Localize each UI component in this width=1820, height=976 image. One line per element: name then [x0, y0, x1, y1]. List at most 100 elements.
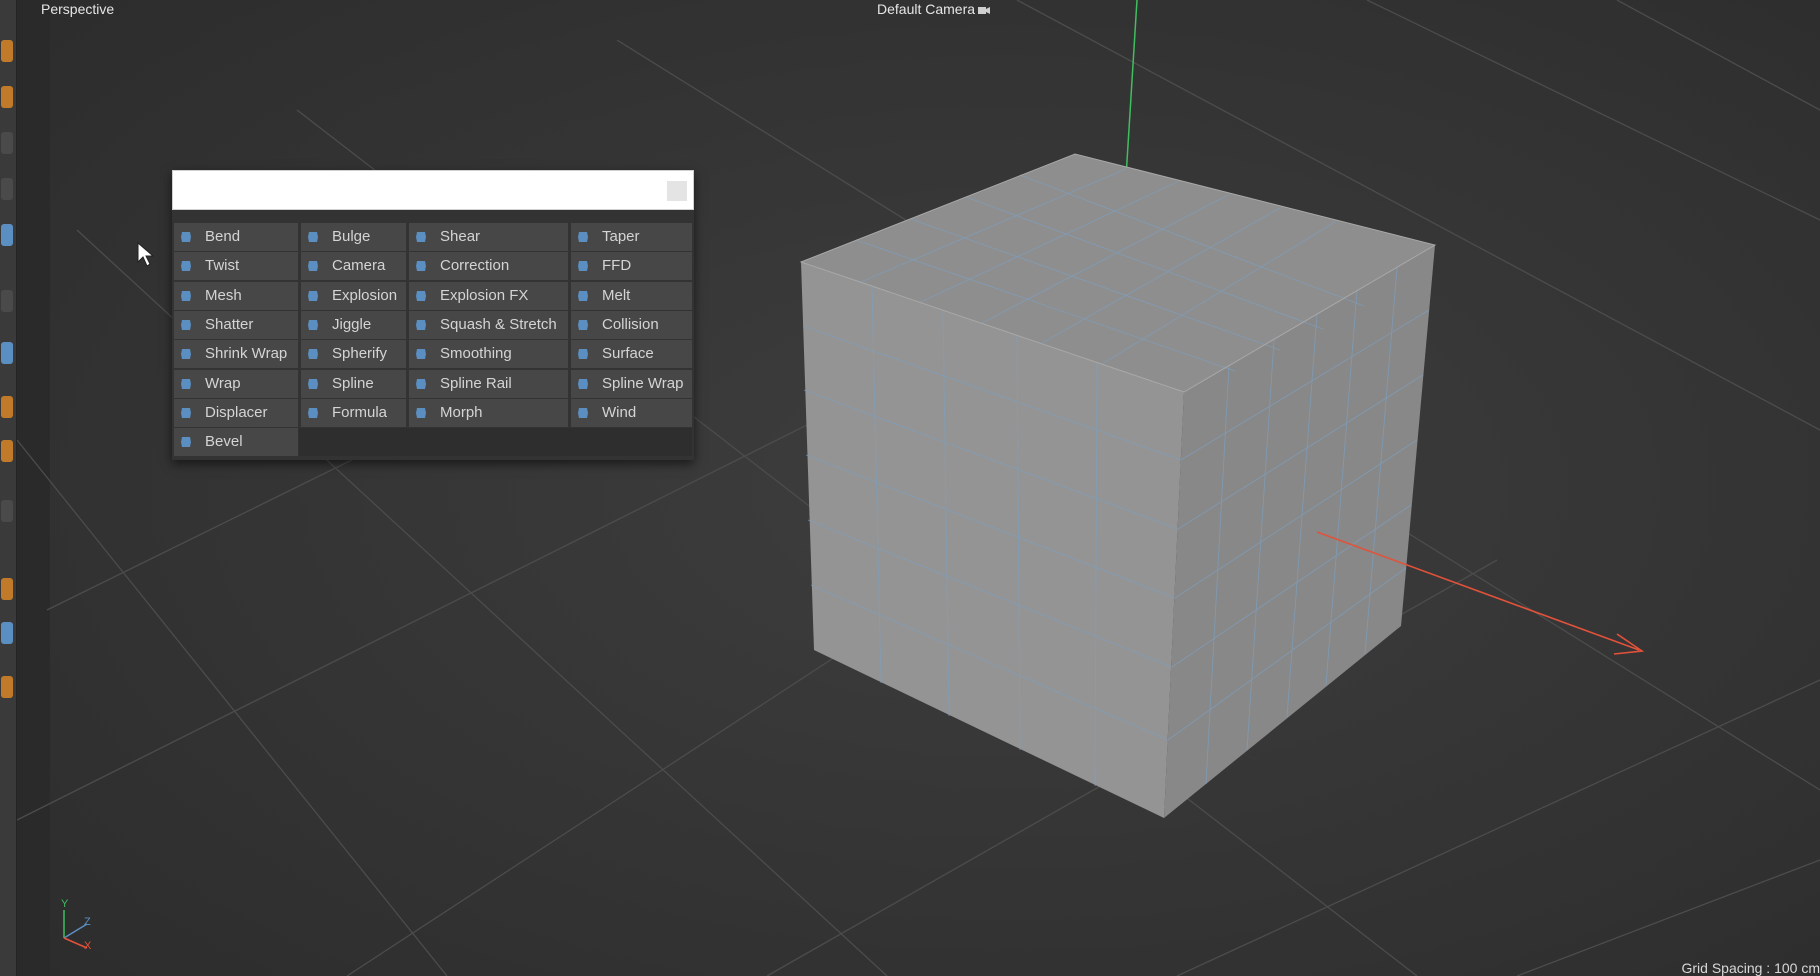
- menu-item-spherify[interactable]: Spherify: [301, 340, 406, 368]
- popup-search-bar: [172, 170, 694, 210]
- menu-item-label: Melt: [602, 287, 631, 304]
- menu-item-bulge[interactable]: Bulge: [301, 223, 406, 251]
- menu-item-correction[interactable]: Correction: [409, 252, 568, 280]
- shrink-wrap-icon: [181, 349, 191, 359]
- menu-item-bevel[interactable]: Bevel: [174, 428, 298, 456]
- jiggle-icon: [308, 320, 318, 330]
- menu-item-shear[interactable]: Shear: [409, 223, 568, 251]
- menu-item-spline-rail[interactable]: Spline Rail: [409, 370, 568, 398]
- wrap-icon: [181, 379, 191, 389]
- menu-item-label: Taper: [602, 228, 640, 245]
- camera-name: Default Camera: [877, 1, 976, 17]
- tool-render-icon[interactable]: [1, 676, 13, 698]
- grid-spacing-label: Grid Spacing : 100 cm: [1681, 960, 1820, 976]
- collision-icon: [578, 320, 588, 330]
- explosion-icon: [308, 291, 318, 301]
- menu-item-smoothing[interactable]: Smoothing: [409, 340, 568, 368]
- menu-item-wrap[interactable]: Wrap: [174, 370, 298, 398]
- viewport-scene: [17, 0, 1820, 976]
- viewport-name-label[interactable]: Perspective: [41, 1, 114, 17]
- menu-item-shatter[interactable]: Shatter: [174, 311, 298, 339]
- tool-field-icon[interactable]: [1, 622, 13, 644]
- tool-light-icon[interactable]: [1, 396, 13, 418]
- tool-pen-icon[interactable]: [1, 86, 13, 108]
- menu-item-jiggle[interactable]: Jiggle: [301, 311, 406, 339]
- menu-item-label: Morph: [440, 404, 483, 421]
- menu-item-ffd[interactable]: FFD: [571, 252, 692, 280]
- menu-item-spline-wrap[interactable]: Spline Wrap: [571, 370, 692, 398]
- bend-icon: [181, 232, 191, 242]
- menu-item-shrink-wrap[interactable]: Shrink Wrap: [174, 340, 298, 368]
- menu-item-label: Collision: [602, 316, 659, 333]
- menu-item-label: Displacer: [205, 404, 268, 421]
- menu-item-label: Twist: [205, 257, 240, 274]
- gizmo-z-label: Z: [84, 916, 91, 928]
- menu-item-displacer[interactable]: Displacer: [174, 399, 298, 427]
- search-input[interactable]: [179, 177, 663, 205]
- menu-item-label: Squash & Stretch: [440, 316, 557, 333]
- twist-icon: [181, 261, 191, 271]
- spherify-icon: [308, 349, 318, 359]
- menu-item-formula[interactable]: Formula: [301, 399, 406, 427]
- menu-item-wind[interactable]: Wind: [571, 399, 692, 427]
- shear-icon: [416, 232, 426, 242]
- surface-icon: [578, 349, 588, 359]
- tool-cube-icon[interactable]: [1, 40, 13, 62]
- wind-icon: [578, 408, 588, 418]
- menu-item-explosion[interactable]: Explosion: [301, 282, 406, 310]
- menu-item-explosion-fx[interactable]: Explosion FX: [409, 282, 568, 310]
- menu-item-label: Bevel: [205, 433, 243, 450]
- tool-scene-icon[interactable]: [1, 290, 13, 312]
- menu-item-label: Mesh: [205, 287, 242, 304]
- menu-item-label: Camera: [332, 257, 386, 274]
- menu-item-label: Explosion FX: [440, 287, 529, 304]
- menu-item-label: Shatter: [205, 316, 254, 333]
- tool-array-icon[interactable]: [1, 178, 13, 200]
- camera-icon: [978, 7, 991, 15]
- menu-item-collision[interactable]: Collision: [571, 311, 692, 339]
- menu-item-camera[interactable]: Camera: [301, 252, 406, 280]
- tool-deformer-icon[interactable]: [1, 224, 13, 246]
- menu-item-mesh[interactable]: Mesh: [174, 282, 298, 310]
- menu-item-spline[interactable]: Spline: [301, 370, 406, 398]
- menu-item-label: Shear: [440, 228, 481, 245]
- menu-item-taper[interactable]: Taper: [571, 223, 692, 251]
- menu-item-label: Wind: [602, 404, 637, 421]
- ffd-icon: [578, 261, 588, 271]
- menu-item-morph[interactable]: Morph: [409, 399, 568, 427]
- melt-icon: [578, 291, 588, 301]
- shatter-icon: [181, 320, 191, 330]
- clear-search-icon[interactable]: [667, 181, 687, 201]
- menu-item-label: FFD: [602, 257, 632, 274]
- menu-item-melt[interactable]: Melt: [571, 282, 692, 310]
- squash-stretch-icon: [416, 320, 426, 330]
- morph-icon: [416, 408, 426, 418]
- deformer-grid: Bend Bulge Shear Taper Twist Camera Correction…: [174, 223, 692, 456]
- menu-item-surface[interactable]: Surface: [571, 340, 692, 368]
- menu-item-twist[interactable]: Twist: [174, 252, 298, 280]
- gizmo-y-label: Y: [61, 898, 69, 910]
- menu-item-label: Correction: [440, 257, 510, 274]
- menu-item-squash-stretch[interactable]: Squash & Stretch: [409, 311, 568, 339]
- tool-material-icon[interactable]: [1, 440, 13, 462]
- viewport-camera-label[interactable]: Default Camera: [877, 1, 991, 17]
- tool-effector-icon[interactable]: [1, 578, 13, 600]
- menu-item-label: Spline Rail: [440, 375, 512, 392]
- menu-item-label: Shrink Wrap: [205, 345, 288, 362]
- mesh-icon: [181, 291, 191, 301]
- tool-camera-icon[interactable]: [1, 342, 13, 364]
- tool-curve-icon[interactable]: [1, 132, 13, 154]
- menu-item-label: Explosion: [332, 287, 398, 304]
- gizmo-x-label: X: [84, 940, 92, 952]
- cinema4d-window: Perspective Default Camera Y Z X Grid Sp…: [0, 0, 1820, 976]
- menu-item-label: Bulge: [332, 228, 371, 245]
- explosion-fx-icon: [416, 291, 426, 301]
- perspective-viewport[interactable]: Perspective Default Camera Y Z X Grid Sp…: [17, 0, 1820, 976]
- tool-tag-icon[interactable]: [1, 500, 13, 522]
- menu-item-label: Spline: [332, 375, 374, 392]
- deformer-popup-menu: Bend Bulge Shear Taper Twist Camera Correction…: [172, 170, 694, 460]
- menu-item-bend[interactable]: Bend: [174, 223, 298, 251]
- correction-icon: [416, 261, 426, 271]
- menu-item-label: Wrap: [205, 375, 241, 392]
- menu-item-label: Surface: [602, 345, 654, 362]
